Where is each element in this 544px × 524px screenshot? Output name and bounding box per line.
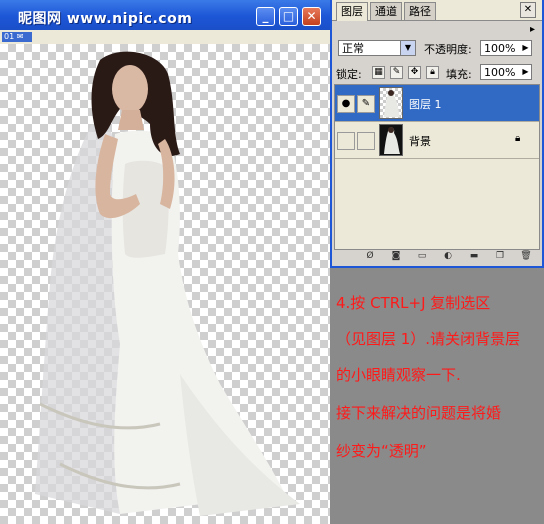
panel-menu-icon[interactable]: ▸ xyxy=(530,24,542,36)
new-group-icon[interactable]: ▭ xyxy=(416,250,428,262)
blend-mode-select[interactable]: 正常 ▼ xyxy=(338,40,416,56)
fill-input[interactable]: 100% ▶ xyxy=(480,64,532,80)
tab-channels[interactable]: 通道 xyxy=(370,2,402,20)
layer-thumb-figure xyxy=(384,127,400,154)
layer-name[interactable]: 背景 xyxy=(409,133,431,149)
document-status-strip xyxy=(0,30,330,45)
tab-paths[interactable]: 路径 xyxy=(404,2,436,20)
adjustment-layer-icon[interactable]: ◐ xyxy=(442,250,454,262)
maximize-button[interactable]: □ xyxy=(279,7,298,26)
lock-transparency-icon[interactable]: ▦ xyxy=(372,66,385,79)
note-line: 纱变为“透明” xyxy=(336,442,427,460)
layer-thumb-figure xyxy=(384,90,400,117)
document-icon: 01 ✉ xyxy=(2,32,32,42)
layer-thumbnail xyxy=(379,124,403,156)
layer-style-icon[interactable]: Ø xyxy=(364,250,376,262)
lock-move-icon[interactable]: ✥ xyxy=(408,66,421,79)
note-line: 接下来解决的问题是将婚 xyxy=(336,404,502,422)
chevron-down-icon: ▼ xyxy=(400,41,415,55)
bride-image xyxy=(35,51,300,516)
layer-row-layer1[interactable]: ● ✎ 图层 1 xyxy=(335,85,539,122)
brush-icon[interactable]: ✎ xyxy=(357,95,375,113)
layer-thumbnail xyxy=(379,87,403,119)
lock-label: 锁定: xyxy=(336,68,362,81)
note-line: （见图层 1）.请关闭背景层 xyxy=(336,330,521,348)
lock-paint-icon[interactable]: ✎ xyxy=(390,66,403,79)
lock-icon: 🔒︎ xyxy=(515,133,521,144)
document-title: 昵图网 www.nipic.com xyxy=(18,11,193,27)
layer-name[interactable]: 图层 1 xyxy=(409,96,442,112)
opacity-input[interactable]: 100% ▶ xyxy=(480,40,532,56)
panel-tab-bar: 图层 通道 路径 ✕ xyxy=(332,0,542,21)
document-title-bar[interactable]: 昵图网 www.nipic.com _ □ ✕ xyxy=(0,0,330,31)
panel-footer: Ø ◙ ▭ ◐ ▬ ❐ 🗑︎ xyxy=(334,250,540,264)
panel-close-icon[interactable]: ✕ xyxy=(520,2,536,18)
close-button[interactable]: ✕ xyxy=(302,7,321,26)
document-window: 昵图网 www.nipic.com _ □ ✕ 01 ✉ xyxy=(0,0,330,524)
fill-value: 100% xyxy=(484,66,516,79)
eye-hidden-icon[interactable] xyxy=(337,132,355,150)
link-slot-icon[interactable] xyxy=(357,132,375,150)
fill-label: 填充: xyxy=(446,68,472,81)
lock-all-icon[interactable]: 🔒︎ xyxy=(426,66,439,79)
layers-panel: 图层 通道 路径 ✕ ▸ 正常 ▼ 不透明度: 100% ▶ 锁定: ▦ ✎ ✥… xyxy=(330,0,544,268)
document-sub-label: 01 xyxy=(4,32,15,41)
minimize-button[interactable]: _ xyxy=(256,7,275,26)
instruction-note: 4.按 CTRL+J 复制选区 （见图层 1）.请关闭背景层 的小眼睛观察一下.… xyxy=(330,268,544,524)
trash-icon[interactable]: 🗑︎ xyxy=(520,250,532,262)
layer-mask-icon[interactable]: ◙ xyxy=(390,250,402,262)
image-canvas[interactable] xyxy=(0,44,330,524)
note-line: 4.按 CTRL+J 复制选区 xyxy=(336,294,491,312)
layer-list: ● ✎ 图层 1 背景 🔒︎ xyxy=(334,84,540,250)
blend-mode-value: 正常 xyxy=(342,42,364,55)
new-layer-icon[interactable]: ❐ xyxy=(494,250,506,262)
opacity-value: 100% xyxy=(484,42,516,55)
note-line: 的小眼睛观察一下. xyxy=(336,366,461,384)
chevron-right-icon: ▶ xyxy=(522,43,529,52)
chevron-right-icon: ▶ xyxy=(522,67,529,76)
opacity-label: 不透明度: xyxy=(424,43,472,56)
eye-icon[interactable]: ● xyxy=(337,95,355,113)
layer-row-background[interactable]: 背景 🔒︎ xyxy=(335,122,539,159)
new-group-folder-icon[interactable]: ▬ xyxy=(468,250,480,262)
tab-layers[interactable]: 图层 xyxy=(336,2,368,21)
